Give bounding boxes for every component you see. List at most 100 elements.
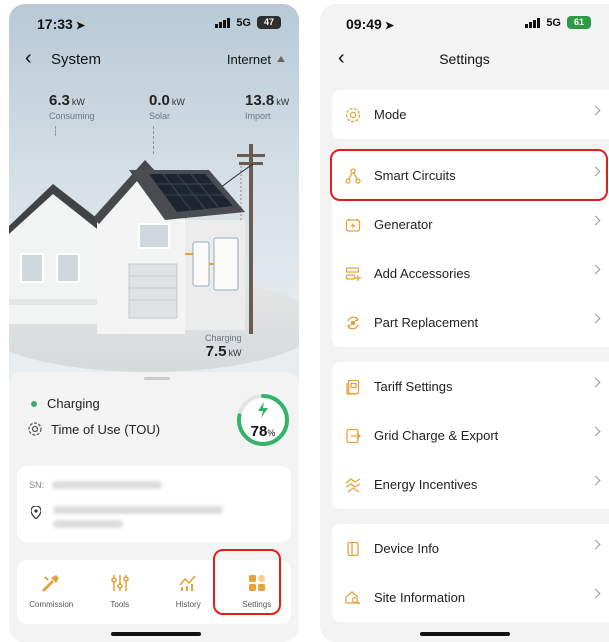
- stat-consuming: 6.3 kW Consuming: [49, 92, 95, 136]
- settings-row-label: Grid Charge & Export: [374, 428, 499, 443]
- redacted-address: [53, 506, 223, 528]
- settings-row-label: Generator: [374, 217, 433, 232]
- network-mode-toggle[interactable]: Internet: [227, 52, 285, 67]
- import-value: 13.8: [245, 92, 275, 109]
- smart-circuits-highlight-box: [330, 149, 608, 201]
- settings-screen: 09:49 ➤ 5G 61 ‹ Settings Mode Smart Circu…: [320, 4, 609, 642]
- mode-icon: [28, 422, 42, 436]
- stat-import: 13.8 kW Import: [245, 92, 289, 121]
- toolbar-commission[interactable]: Commission: [17, 560, 86, 624]
- charging-value: 7.5: [205, 343, 227, 360]
- charge-state-label: Charging: [47, 396, 100, 411]
- status-time: 17:33: [37, 16, 73, 32]
- import-unit: kW: [276, 97, 290, 107]
- settings-row-label: Mode: [374, 107, 407, 122]
- consuming-unit: kW: [71, 97, 85, 107]
- chevron-right-icon: [590, 215, 601, 226]
- page-title: System: [51, 51, 102, 68]
- battery-percent-sign: %: [267, 428, 276, 438]
- sliders-icon: [110, 575, 129, 591]
- bolt-icon: [258, 402, 268, 418]
- settings-row-device-info[interactable]: Device Info: [332, 524, 609, 573]
- home-indicator[interactable]: [111, 632, 201, 636]
- generator-icon: [345, 218, 361, 232]
- charge-state: Charging: [31, 396, 100, 411]
- house-illustration: [9, 144, 299, 372]
- chevron-right-icon: [590, 105, 601, 116]
- location-arrow-icon: ➤: [75, 20, 86, 32]
- stat-solar: 0.0 kW Solar: [149, 92, 185, 154]
- history-chart-icon: [179, 575, 196, 591]
- back-button[interactable]: ‹: [25, 47, 32, 70]
- sheet-handle[interactable]: [144, 377, 170, 380]
- settings-row-label: Part Replacement: [374, 315, 479, 330]
- device-card[interactable]: SN:: [17, 466, 291, 542]
- solar-unit: kW: [171, 97, 185, 107]
- settings-row-label: Tariff Settings: [374, 379, 453, 394]
- add-accessories-icon: [345, 266, 361, 281]
- solar-label: Solar: [149, 111, 171, 121]
- signal-icon: [525, 17, 541, 28]
- settings-row-energy-incentives[interactable]: Energy Incentives: [332, 460, 609, 509]
- location-arrow-icon: ➤: [384, 20, 395, 32]
- settings-row-label: Device Info: [374, 541, 440, 556]
- status-bar-right: 09:49 ➤ 5G 61: [320, 4, 609, 40]
- settings-row-site-information[interactable]: Site Information: [332, 573, 609, 622]
- tariff-icon: [346, 379, 360, 395]
- settings-group-3: Tariff Settings Grid Charge & Export Ene…: [332, 362, 609, 509]
- toolbar-tools-label: Tools: [110, 600, 130, 609]
- battery-ring: 78%: [235, 392, 291, 448]
- home-indicator[interactable]: [420, 632, 510, 636]
- grid-export-icon: [346, 428, 361, 443]
- location-pin-icon: [31, 506, 41, 519]
- charging-label: Charging: [205, 333, 242, 343]
- mode-icon: [345, 107, 361, 122]
- page-title: Settings: [439, 51, 490, 67]
- chevron-right-icon: [590, 264, 601, 275]
- mode-label: Time of Use (TOU): [51, 421, 161, 437]
- chevron-right-icon: [590, 475, 601, 486]
- site-info-icon: [345, 590, 360, 604]
- settings-row-label: Add Accessories: [374, 266, 471, 281]
- settings-row-add-accessories[interactable]: Add Accessories: [332, 249, 609, 298]
- device-info-icon: [347, 541, 359, 556]
- status-bar: 17:33 ➤ 5G 47: [9, 4, 299, 40]
- settings-row-label: Site Information: [374, 590, 466, 605]
- top-nav-right: ‹ Settings: [320, 46, 609, 76]
- settings-row-grid-charge-export[interactable]: Grid Charge & Export: [332, 411, 609, 460]
- settings-highlight-box: [213, 549, 281, 615]
- operating-mode[interactable]: Time of Use (TOU): [27, 421, 160, 437]
- battery-icon: 47: [257, 16, 281, 29]
- part-replacement-icon: [346, 316, 360, 329]
- consuming-label: Consuming: [49, 111, 95, 121]
- settings-row-mode[interactable]: Mode: [332, 90, 609, 139]
- battery-icon: 61: [567, 16, 591, 29]
- status-dot-icon: [31, 400, 37, 407]
- settings-group-1: Mode: [332, 90, 609, 139]
- toolbar-commission-label: Commission: [29, 600, 74, 609]
- settings-row-label: Energy Incentives: [374, 477, 478, 492]
- chevron-right-icon: [590, 313, 601, 324]
- settings-group-4: Device Info Site Information: [332, 524, 609, 622]
- import-label: Import: [245, 111, 271, 121]
- sn-label: SN:: [29, 480, 45, 490]
- settings-row-part-replacement[interactable]: Part Replacement: [332, 298, 609, 347]
- chevron-right-icon: [590, 539, 601, 550]
- battery-percent: 78: [250, 423, 268, 440]
- toolbar-tools[interactable]: Tools: [86, 560, 155, 624]
- consuming-value: 6.3: [49, 92, 70, 109]
- top-nav: ‹ System Internet: [9, 46, 299, 76]
- charging-unit: kW: [228, 348, 242, 358]
- stat-charging: Charging 7.5 kW: [205, 332, 242, 361]
- solar-value: 0.0: [149, 92, 170, 109]
- redacted-serial: [52, 481, 163, 489]
- wrench-icon: [42, 575, 60, 592]
- settings-row-tariff[interactable]: Tariff Settings: [332, 362, 609, 411]
- signal-icon: [215, 17, 231, 28]
- network-type-right: 5G: [546, 16, 561, 29]
- energy-incentives-icon: [345, 477, 361, 493]
- status-time-right: 09:49: [346, 16, 382, 32]
- network-type: 5G: [236, 16, 251, 29]
- system-screen: 17:33 ➤ 5G 47 ‹ System Internet 6.3 kW Con…: [9, 4, 299, 642]
- settings-row-generator[interactable]: Generator: [332, 200, 609, 249]
